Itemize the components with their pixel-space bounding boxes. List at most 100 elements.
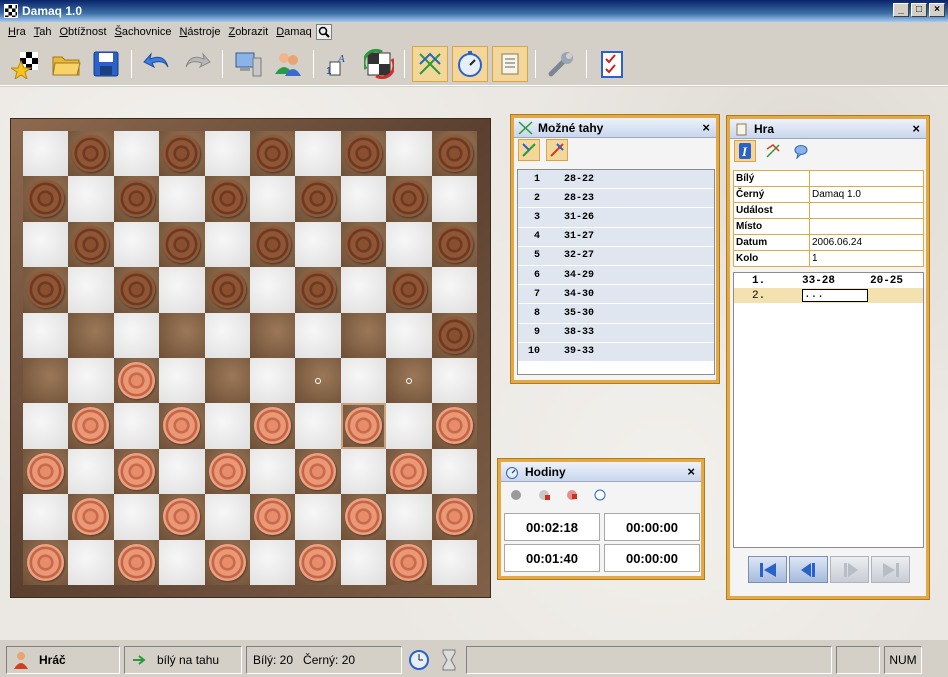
- close-icon[interactable]: ×: [702, 120, 710, 135]
- board-square-dark[interactable]: [386, 267, 432, 313]
- menu-hra[interactable]: Hra: [4, 26, 30, 38]
- black-piece[interactable]: [299, 271, 337, 309]
- board-square-dark[interactable]: [113, 539, 160, 585]
- board-square-dark[interactable]: [23, 176, 69, 222]
- black-piece[interactable]: [435, 135, 473, 172]
- board-square-dark[interactable]: [204, 448, 250, 495]
- black-piece[interactable]: [299, 180, 337, 218]
- white-piece[interactable]: [163, 407, 201, 445]
- board-square-dark[interactable]: [68, 403, 114, 449]
- board-square-dark[interactable]: [23, 539, 69, 585]
- move-row[interactable]: 9 38-33: [518, 323, 714, 343]
- black-piece[interactable]: [117, 271, 155, 309]
- minimize-button[interactable]: _: [893, 3, 909, 17]
- board-square-dark[interactable]: [204, 176, 250, 222]
- board-square-dark[interactable]: [250, 221, 296, 268]
- white-piece[interactable]: [117, 543, 155, 581]
- black-piece[interactable]: [27, 180, 64, 218]
- board-square-dark[interactable]: [340, 312, 387, 358]
- go-last-button[interactable]: [871, 556, 910, 583]
- start-clock-icon[interactable]: [533, 483, 555, 505]
- moves-arrows-icon[interactable]: [762, 140, 784, 162]
- close-button[interactable]: ×: [929, 3, 945, 17]
- show-jumps-icon[interactable]: [546, 139, 568, 161]
- white-piece[interactable]: [72, 498, 110, 536]
- board-square-dark[interactable]: [159, 131, 205, 177]
- white-piece[interactable]: [254, 407, 291, 445]
- wrench-icon[interactable]: [543, 46, 579, 82]
- notation-scroll-icon[interactable]: [492, 45, 528, 82]
- black-piece[interactable]: [27, 271, 64, 309]
- black-move[interactable]: 20-25: [870, 275, 903, 287]
- board-square-dark[interactable]: [23, 358, 69, 404]
- white-piece[interactable]: [435, 407, 473, 445]
- move-row[interactable]: 8 35-30: [518, 304, 714, 324]
- redo-arrow-icon[interactable]: [179, 46, 215, 82]
- board-square-dark[interactable]: [431, 403, 477, 449]
- board-square-dark[interactable]: [431, 221, 477, 268]
- black-piece[interactable]: [435, 316, 473, 354]
- board-square-dark[interactable]: [250, 403, 296, 449]
- field-value[interactable]: [809, 218, 924, 235]
- move-row[interactable]: 1 28-22: [518, 170, 714, 190]
- white-piece[interactable]: [299, 543, 337, 581]
- board-square-dark[interactable]: [386, 539, 432, 585]
- board-square-dark[interactable]: [340, 131, 387, 177]
- board-square-dark[interactable]: [159, 221, 205, 268]
- white-piece[interactable]: [435, 498, 473, 536]
- move-row[interactable]: 6 34-29: [518, 265, 714, 286]
- move-edit-field[interactable]: ...: [802, 289, 868, 302]
- board-square-dark[interactable]: [113, 358, 160, 404]
- clock-icon[interactable]: [452, 45, 488, 82]
- info-icon[interactable]: I: [734, 140, 756, 162]
- go-back-button[interactable]: [789, 556, 828, 583]
- checkers-board[interactable]: [23, 131, 477, 585]
- white-piece[interactable]: [72, 407, 110, 445]
- board-square-dark[interactable]: [250, 494, 296, 540]
- menu-nastroje[interactable]: Nástroje: [175, 26, 224, 38]
- move-row[interactable]: 2 28-23: [518, 189, 714, 209]
- board-square-dark[interactable]: [340, 494, 387, 540]
- stopwatch-icon[interactable]: [589, 483, 611, 505]
- move-row[interactable]: 10 39-33: [518, 342, 714, 362]
- board-square-dark[interactable]: [340, 403, 387, 449]
- field-value[interactable]: [809, 170, 924, 187]
- menu-sachovnice[interactable]: Šachovnice: [111, 26, 176, 38]
- board-square-dark[interactable]: [431, 131, 477, 177]
- font-icon[interactable]: A1: [321, 46, 357, 82]
- white-move[interactable]: 33-28: [802, 275, 870, 287]
- board-square-dark[interactable]: [431, 494, 477, 540]
- board-square-dark[interactable]: [68, 494, 114, 540]
- notation-row[interactable]: 2....: [734, 288, 923, 303]
- board-square-dark[interactable]: [68, 312, 114, 358]
- white-piece[interactable]: [27, 452, 64, 490]
- board-square-dark[interactable]: [204, 267, 250, 313]
- checklist-icon[interactable]: [594, 46, 630, 82]
- black-piece[interactable]: [344, 135, 382, 172]
- white-piece[interactable]: [163, 498, 201, 536]
- pause-clock-icon[interactable]: [505, 483, 527, 505]
- board-square-dark[interactable]: [295, 358, 341, 404]
- flip-board-icon[interactable]: [361, 46, 397, 82]
- menu-obtiznost[interactable]: Obtížnost: [55, 26, 110, 38]
- move-row[interactable]: 5 32-27: [518, 246, 714, 266]
- board-square-dark[interactable]: [431, 312, 477, 358]
- field-value[interactable]: Damaq 1.0: [809, 186, 924, 203]
- black-piece[interactable]: [435, 225, 473, 263]
- black-piece[interactable]: [208, 180, 246, 218]
- board-square-dark[interactable]: [295, 176, 341, 222]
- board-square-dark[interactable]: [68, 221, 114, 268]
- black-piece[interactable]: [344, 225, 382, 263]
- black-piece[interactable]: [72, 135, 110, 172]
- white-piece[interactable]: [344, 498, 382, 536]
- open-folder-icon[interactable]: [48, 46, 84, 82]
- black-piece[interactable]: [72, 225, 110, 263]
- black-piece[interactable]: [254, 135, 291, 172]
- go-first-button[interactable]: [748, 556, 787, 583]
- white-piece[interactable]: [117, 452, 155, 490]
- board-square-dark[interactable]: [68, 131, 114, 177]
- field-value[interactable]: [809, 202, 924, 219]
- white-piece[interactable]: [390, 452, 428, 490]
- board-square-dark[interactable]: [386, 176, 432, 222]
- undo-arrow-icon[interactable]: [139, 46, 175, 82]
